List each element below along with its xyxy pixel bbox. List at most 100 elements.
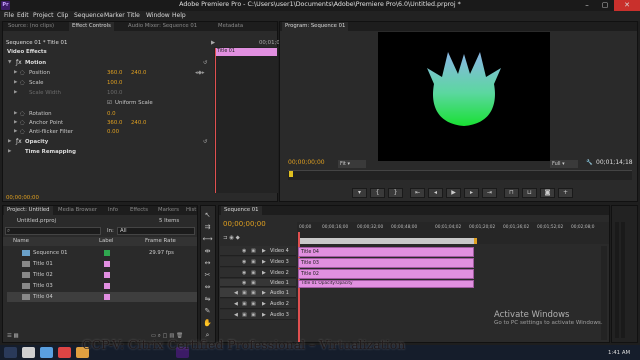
sync-icon[interactable]: ▣ bbox=[242, 288, 247, 298]
export-frame-button[interactable]: ◙ bbox=[540, 188, 555, 198]
anti-flicker-value[interactable]: 0.00 bbox=[107, 128, 119, 136]
chrome-icon[interactable] bbox=[22, 347, 35, 358]
lock-icon[interactable]: ▣ bbox=[251, 246, 256, 256]
menu-sequence[interactable]: Sequence bbox=[74, 11, 104, 21]
add-marker-button[interactable]: ▾ bbox=[352, 188, 367, 198]
uniform-scale-checkbox[interactable]: ☑ bbox=[107, 99, 112, 107]
tab-program[interactable]: Program: Sequence 01 bbox=[282, 22, 349, 31]
play-button[interactable]: ▶ bbox=[446, 188, 461, 198]
mark-out-button[interactable]: } bbox=[388, 188, 403, 198]
expand-track-icon[interactable]: ▶ bbox=[262, 288, 266, 298]
program-video-frame[interactable] bbox=[378, 32, 550, 161]
track-header-video-2[interactable]: ◉ ▣ ▶ Video 2 bbox=[220, 268, 296, 278]
reset-icon[interactable]: ↺ bbox=[203, 59, 208, 67]
tab-markers[interactable]: Markers bbox=[155, 206, 182, 215]
sync-icon[interactable]: ▣ bbox=[242, 299, 247, 309]
expand-track-icon[interactable]: ▶ bbox=[262, 310, 266, 320]
tab-source[interactable]: Source: (no clips) bbox=[5, 22, 57, 31]
program-scrub-bar[interactable] bbox=[288, 170, 632, 180]
hand-tool-icon[interactable]: ✋ bbox=[202, 318, 213, 328]
stopwatch-position-icon[interactable]: ◌ bbox=[20, 69, 25, 77]
project-search-input[interactable]: ⌕ bbox=[5, 227, 101, 235]
tab-effect-controls[interactable]: Effect Controls bbox=[69, 22, 114, 31]
eye-icon[interactable]: ◉ bbox=[242, 257, 246, 267]
label-swatch[interactable] bbox=[104, 250, 110, 256]
rotation-value[interactable]: 0.0 bbox=[107, 110, 116, 118]
menu-window[interactable]: Window bbox=[146, 11, 170, 21]
stopwatch-scale-icon[interactable]: ◌ bbox=[20, 79, 25, 87]
tab-metadata[interactable]: Metadata bbox=[215, 22, 246, 31]
clip-title-04[interactable]: Title 04 bbox=[298, 247, 474, 257]
menu-help[interactable]: Help bbox=[172, 11, 186, 21]
track-header-video-1[interactable]: ◉ ▣ Video 1 bbox=[220, 279, 296, 287]
work-area-bar[interactable] bbox=[299, 238, 475, 244]
expand-rotation-icon[interactable]: ▶ bbox=[14, 110, 17, 118]
maximize-icon[interactable]: ▢ bbox=[596, 0, 614, 11]
program-playhead[interactable] bbox=[289, 171, 293, 177]
expand-opacity-icon[interactable]: ▶ bbox=[8, 138, 11, 146]
ripple-edit-tool-icon[interactable]: ⟷ bbox=[202, 234, 213, 244]
expand-antiflicker-icon[interactable]: ▶ bbox=[14, 128, 17, 136]
menu-marker[interactable]: Marker bbox=[104, 11, 125, 21]
stopwatch-antiflicker-icon[interactable]: ◌ bbox=[20, 128, 25, 136]
program-timecode-left[interactable]: 00;00;00;00 bbox=[288, 159, 325, 167]
speaker-icon[interactable]: ◀ bbox=[234, 288, 238, 298]
lock-icon[interactable]: ▣ bbox=[251, 279, 256, 287]
position-y-value[interactable]: 240.0 bbox=[131, 69, 146, 77]
sync-icon[interactable]: ▣ bbox=[242, 310, 247, 320]
rolling-edit-tool-icon[interactable]: ⇹ bbox=[202, 246, 213, 256]
stopwatch-rotation-icon[interactable]: ◌ bbox=[20, 110, 25, 118]
rate-stretch-tool-icon[interactable]: ↔ bbox=[202, 258, 213, 268]
lock-icon[interactable]: ▣ bbox=[251, 268, 256, 278]
tab-media-browser[interactable]: Media Browser bbox=[55, 206, 100, 215]
project-row-sequence-01[interactable]: Sequence 01 29.97 fps bbox=[7, 248, 197, 258]
fx-icon[interactable]: ƒx bbox=[16, 59, 22, 67]
track-header-video-4[interactable]: ◉ ▣ ▶ Video 4 bbox=[220, 246, 296, 256]
mark-in-button[interactable]: { bbox=[370, 188, 385, 198]
keyframe-nav-icon[interactable]: ◂◆▸ bbox=[195, 69, 205, 77]
extract-button[interactable]: ⊔ bbox=[522, 188, 537, 198]
go-to-out-button[interactable]: ⇥ bbox=[482, 188, 497, 198]
expand-track-icon[interactable]: ▶ bbox=[262, 246, 266, 256]
start-icon[interactable] bbox=[4, 347, 17, 358]
timeline-timecode[interactable]: 00;00;00;00 bbox=[223, 220, 266, 228]
eye-icon[interactable]: ◉ bbox=[242, 279, 246, 287]
expand-time-remap-icon[interactable]: ▶ bbox=[8, 148, 11, 156]
pen-tool-icon[interactable]: ✎ bbox=[202, 306, 213, 316]
menu-project[interactable]: Project bbox=[33, 11, 54, 21]
lock-icon[interactable]: ▣ bbox=[251, 310, 256, 320]
lock-icon[interactable]: ▣ bbox=[251, 288, 256, 298]
project-row-title-02[interactable]: Title 02 bbox=[7, 270, 197, 280]
column-frame-rate[interactable]: Frame Rate bbox=[145, 237, 176, 245]
list-view-icon[interactable]: ☰ ▦ bbox=[7, 332, 19, 340]
project-row-title-04[interactable]: Title 04 bbox=[7, 292, 197, 302]
keyframe-area[interactable] bbox=[214, 47, 278, 193]
tab-effects[interactable]: Effects bbox=[127, 206, 151, 215]
column-label[interactable]: Label bbox=[99, 237, 114, 245]
expand-motion-icon[interactable]: ▼ bbox=[8, 59, 11, 67]
fit-dropdown[interactable]: Fit ▾ bbox=[338, 160, 366, 168]
menu-file[interactable]: File bbox=[4, 11, 14, 21]
tab-sequence-01[interactable]: Sequence 01 bbox=[221, 206, 262, 215]
lock-icon[interactable]: ▣ bbox=[251, 257, 256, 267]
lock-icon[interactable]: ▣ bbox=[251, 299, 256, 309]
go-to-in-button[interactable]: ⇤ bbox=[410, 188, 425, 198]
full-dropdown[interactable]: Full ▾ bbox=[550, 160, 578, 168]
wrench-icon[interactable]: 🔧 bbox=[586, 159, 593, 167]
tab-audio-mixer[interactable]: Audio Mixer: Sequence 01 bbox=[125, 22, 200, 31]
timeline-toolbar-icons[interactable]: ⊐ ◉ ◆ bbox=[223, 234, 240, 242]
track-header-video-3[interactable]: ◉ ▣ ▶ Video 3 bbox=[220, 257, 296, 267]
razor-tool-icon[interactable]: ✂ bbox=[202, 270, 213, 280]
expand-scale-icon[interactable]: ▶ bbox=[14, 79, 17, 87]
expand-anchor-icon[interactable]: ▶ bbox=[14, 119, 17, 127]
column-name[interactable]: Name bbox=[13, 237, 29, 245]
label-swatch[interactable] bbox=[104, 283, 110, 289]
track-header-audio-3[interactable]: ◀ ▣ ▣ ▶ Audio 3 bbox=[220, 310, 296, 320]
button-editor-button[interactable]: + bbox=[558, 188, 573, 198]
fx-opacity-icon[interactable]: ƒx bbox=[16, 138, 22, 146]
slide-tool-icon[interactable]: ⇋ bbox=[202, 294, 213, 304]
tab-history[interactable]: Hist bbox=[183, 206, 199, 215]
menu-edit[interactable]: Edit bbox=[17, 11, 29, 21]
close-icon[interactable]: ✕ bbox=[614, 0, 640, 11]
label-swatch[interactable] bbox=[104, 272, 110, 278]
